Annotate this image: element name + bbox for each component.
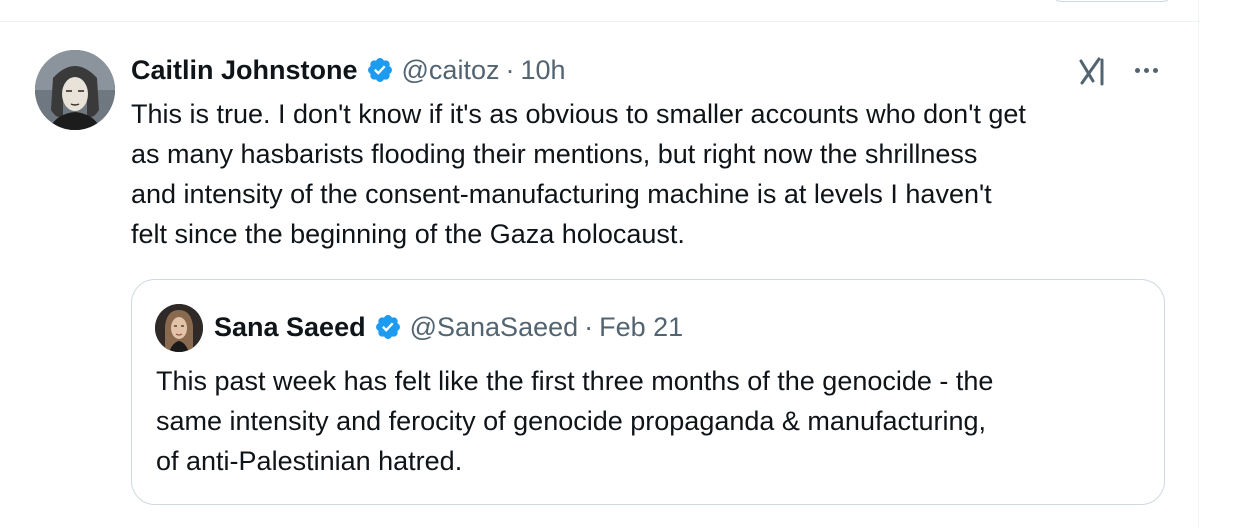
timeline-right-border (1198, 0, 1199, 528)
quoted-author-name[interactable]: Sana Saeed (214, 312, 366, 343)
grok-icon[interactable] (1078, 55, 1112, 87)
quoted-header-separator: · (584, 311, 594, 342)
author-handle[interactable]: @caitoz (402, 55, 500, 86)
header-separator: · (505, 54, 515, 85)
tweet-page: Caitlin Johnstone @caitoz · 10h This is … (0, 0, 1244, 528)
author-avatar[interactable] (35, 50, 115, 130)
author-avatar-image (35, 50, 115, 130)
tweet-text-line: felt since the beginning of the Gaza hol… (131, 219, 685, 249)
tweet-header: Caitlin Johnstone @caitoz · 10h (131, 52, 566, 88)
quoted-tweet-text: This past week has felt like the first t… (156, 361, 1156, 481)
verified-badge-icon[interactable] (374, 313, 402, 341)
tweet-timestamp[interactable]: 10h (520, 55, 565, 86)
quoted-text-line: of anti-Palestinian hatred. (156, 446, 463, 476)
tweet-text: This is true. I don't know if it's as ob… (131, 94, 1181, 254)
author-name[interactable]: Caitlin Johnstone (131, 55, 358, 86)
quoted-text-line: This past week has felt like the first t… (156, 366, 994, 396)
quoted-author-avatar-image (155, 304, 203, 352)
quoted-author-handle[interactable]: @SanaSaeed (410, 312, 579, 343)
verified-badge-icon[interactable] (366, 56, 394, 84)
quoted-tweet-card[interactable]: Sana Saeed @SanaSaeed · Feb 21 This past… (131, 279, 1165, 505)
more-dots-icon[interactable] (1128, 60, 1164, 80)
more-dot (1134, 67, 1140, 73)
tweet-text-line: and intensity of the consent-manufacturi… (131, 179, 992, 209)
quoted-tweet-header: Sana Saeed @SanaSaeed · Feb 21 (214, 309, 683, 345)
tweet-text-line: as many hasbarists flooding their mentio… (131, 139, 978, 169)
previous-tweet-divider (0, 0, 1200, 22)
previous-tweet-button-edge[interactable] (1050, 0, 1174, 2)
quoted-tweet-timestamp[interactable]: Feb 21 (599, 312, 683, 343)
tweet-text-line: This is true. I don't know if it's as ob… (131, 99, 1026, 129)
quoted-text-line: same intensity and ferocity of genocide … (156, 406, 987, 436)
more-dot (1152, 67, 1158, 73)
more-dot (1143, 67, 1149, 73)
quoted-author-avatar[interactable] (155, 304, 203, 352)
